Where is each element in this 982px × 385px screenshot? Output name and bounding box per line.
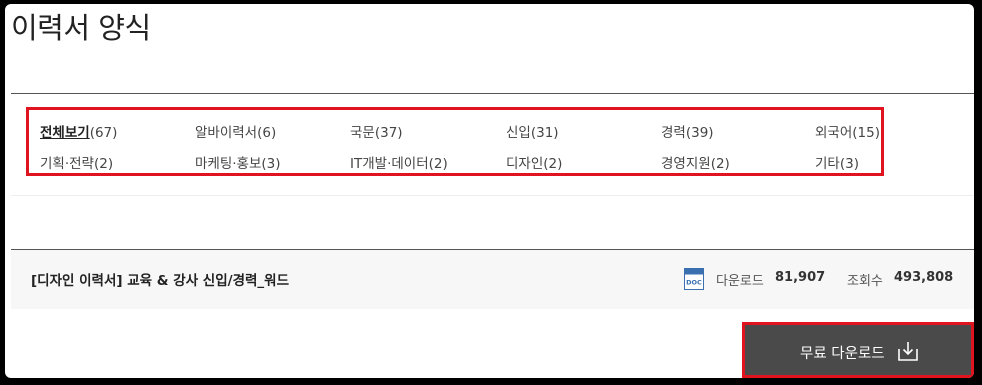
category-label: 외국어 xyxy=(815,125,853,141)
section-divider xyxy=(11,195,974,196)
category-label: 알바이력서 xyxy=(195,125,258,141)
category-count: (3) xyxy=(839,156,859,172)
free-download-button[interactable]: 무료 다운로드 xyxy=(742,322,974,378)
category-label: 기타 xyxy=(815,156,840,172)
category-count: (2) xyxy=(428,156,448,172)
category-parttime[interactable]: 알바이력서(6) xyxy=(195,124,276,142)
category-marketing[interactable]: 마케팅·홍보(3) xyxy=(195,155,281,173)
category-count: (6) xyxy=(257,125,277,141)
category-count: (15) xyxy=(852,125,880,141)
category-label: 기획·전략 xyxy=(40,156,94,172)
category-experienced[interactable]: 경력(39) xyxy=(661,124,714,142)
category-label: 신입 xyxy=(506,125,531,141)
category-korean[interactable]: 국문(37) xyxy=(350,124,403,142)
document-title[interactable]: [디자인 이력서] 교육 & 강사 신입/경력_워드 xyxy=(31,269,289,289)
category-count: (2) xyxy=(93,156,114,172)
category-count: (39) xyxy=(685,125,714,141)
download-count-value: 81,907 xyxy=(775,270,826,285)
category-count: (31) xyxy=(530,125,559,141)
category-label: 마케팅·홍보 xyxy=(195,156,262,172)
category-it-data[interactable]: IT개발·데이터(2) xyxy=(350,155,448,173)
category-label: 전체보기 xyxy=(40,125,90,141)
category-count: (2) xyxy=(710,156,730,172)
resume-template-panel: 이력서 양식 전체보기(67) 알바이력서(6) 국문(37) 신입(31) 경… xyxy=(5,4,974,378)
category-label: 국문 xyxy=(350,125,375,141)
category-label: 경영지원 xyxy=(661,156,711,172)
page-title: 이력서 양식 xyxy=(11,11,151,45)
category-all[interactable]: 전체보기(67) xyxy=(40,124,117,142)
category-filter: 전체보기(67) 알바이력서(6) 국문(37) 신입(31) 경력(39) 외… xyxy=(26,107,884,176)
category-count: (3) xyxy=(261,156,281,172)
view-count-value: 493,808 xyxy=(894,270,954,285)
free-download-label: 무료 다운로드 xyxy=(800,346,885,362)
category-count: (37) xyxy=(374,125,403,141)
title-divider xyxy=(11,93,974,94)
category-management[interactable]: 경영지원(2) xyxy=(661,155,730,173)
category-count: (2) xyxy=(543,156,563,172)
category-count: (67) xyxy=(89,125,118,141)
category-label: IT개발·데이터 xyxy=(350,156,429,172)
category-planning[interactable]: 기획·전략(2) xyxy=(40,155,113,173)
category-design[interactable]: 디자인(2) xyxy=(506,155,562,173)
category-other[interactable]: 기타(3) xyxy=(815,155,859,173)
view-count-label: 조회수 xyxy=(847,274,883,289)
download-tray-icon xyxy=(898,342,918,361)
category-label: 디자인 xyxy=(506,156,544,172)
category-label: 경력 xyxy=(661,125,686,141)
category-foreign-language[interactable]: 외국어(15) xyxy=(815,124,880,142)
document-row: [디자인 이력서] 교육 & 강사 신입/경력_워드 DOC 다운로드 81,9… xyxy=(11,249,974,309)
download-count-label: 다운로드 xyxy=(716,274,764,289)
doc-file-icon: DOC xyxy=(684,268,704,290)
svg-text:DOC: DOC xyxy=(686,279,702,287)
category-newcomer[interactable]: 신입(31) xyxy=(506,124,559,142)
